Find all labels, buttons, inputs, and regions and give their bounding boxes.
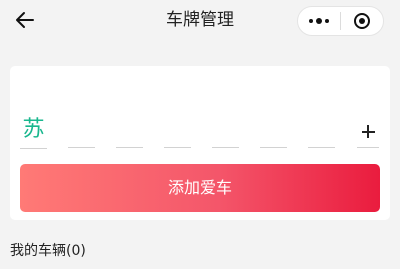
plate-char-slot-5[interactable] [260,116,287,148]
back-button[interactable] [12,8,38,32]
my-cars-heading: 我的车辆(0) [10,243,86,259]
plate-char-slot-4[interactable] [212,116,239,148]
plate-char-slot-2[interactable] [116,116,143,148]
arrow-left-icon [16,12,34,28]
mini-program-capsule [297,6,384,36]
province-selector[interactable]: 苏 [20,116,47,149]
more-dots-icon [308,18,331,24]
navigation-bar: 车牌管理 [0,0,400,40]
plus-icon [361,125,375,138]
plate-char-slot-6[interactable] [308,116,335,148]
plate-char-slot-3[interactable] [164,116,191,148]
add-plate-char-button[interactable] [357,116,379,148]
close-button[interactable] [341,7,383,35]
add-car-button[interactable]: 添加爱车 [20,164,380,212]
plate-input-card: 苏 添加爱车 [10,66,390,220]
target-circle-icon [354,13,370,29]
more-button[interactable] [298,7,340,35]
plate-char-slot-1[interactable] [68,116,95,148]
